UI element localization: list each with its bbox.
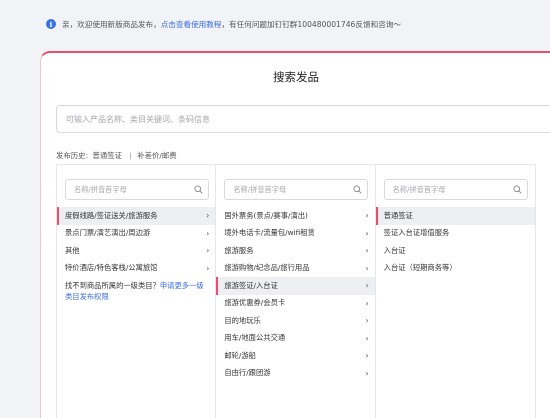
category-item-label: 旅游优惠券/会员卡 bbox=[224, 298, 286, 308]
category-list: 国外票务(景点/赛事/演出) › 境外电话卡/流量包/wifi租赁 › 旅游服务 › 旅游购… bbox=[216, 207, 375, 383]
category-item-label: 国外票务(景点/赛事/演出) bbox=[224, 210, 308, 220]
category-item-label: 邮轮/游船 bbox=[224, 350, 256, 360]
category-item[interactable]: 用车/地面公共交通 › bbox=[216, 330, 374, 348]
chevron-right-icon: › bbox=[365, 281, 369, 291]
search-icon bbox=[513, 185, 522, 194]
category-item-label: 特价酒店/特色客栈/公寓旅馆 bbox=[65, 263, 158, 273]
search-icon bbox=[194, 185, 203, 194]
category-item[interactable]: 国外票务(景点/赛事/演出) › bbox=[216, 207, 374, 225]
category-item-label: 入台证（短期商务等） bbox=[383, 263, 457, 273]
category-item-label: 目的地玩乐 bbox=[224, 315, 261, 325]
category-list: 度假线路/签证送关/旅游服务 › 景点门票/演艺演出/周边游 › 其他 › 特价酒店/特色客… bbox=[57, 207, 216, 278]
category-item[interactable]: 普通签证 bbox=[375, 207, 535, 225]
chevron-right-icon: › bbox=[365, 333, 369, 343]
chevron-right-icon: › bbox=[365, 263, 369, 273]
chevron-right-icon: › bbox=[365, 228, 369, 238]
page-title: 搜索发品 bbox=[273, 70, 319, 84]
category-item-label: 度假线路/签证送关/旅游服务 bbox=[65, 210, 158, 220]
category-item-label: 其他 bbox=[65, 245, 80, 255]
chevron-right-icon: › bbox=[365, 316, 369, 326]
info-icon: i bbox=[46, 19, 56, 29]
notice-text-after: ，有任何问题加钉钉群100480001746反馈和咨询～ bbox=[221, 19, 401, 29]
category-column-level1: 度假线路/签证送关/旅游服务›景点门票/演艺演出/周边游›其他›特价酒店/特色客… bbox=[57, 165, 217, 418]
column-search-box bbox=[383, 179, 528, 200]
category-item[interactable]: 特价酒店/特色客栈/公寓旅馆 › bbox=[57, 260, 215, 278]
category-item-label: 景点门票/演艺演出/周边游 bbox=[65, 228, 151, 238]
history-label: 发布历史: bbox=[56, 151, 89, 160]
category-column-level2: 国外票务(景点/赛事/演出)›境外电话卡/流量包/wifi租赁›旅游服务›旅游购… bbox=[216, 165, 376, 418]
more-category-note: 找不到商品所属的一级类目？申请更多一级类目发布权限 bbox=[57, 277, 215, 302]
category-item-label: 旅游服务 bbox=[224, 245, 254, 255]
category-item-label: 普通签证 bbox=[383, 210, 413, 220]
chevron-right-icon: › bbox=[365, 246, 369, 256]
chevron-right-icon: › bbox=[206, 263, 210, 273]
history-separator: | bbox=[129, 151, 132, 160]
category-item-label: 签证入台证增值服务 bbox=[383, 228, 450, 238]
column-search-box bbox=[224, 179, 369, 200]
category-columns: 度假线路/签证送关/旅游服务›景点门票/演艺演出/周边游›其他›特价酒店/特色客… bbox=[56, 164, 536, 418]
product-search-box bbox=[56, 105, 550, 133]
chevron-right-icon: › bbox=[365, 351, 369, 361]
category-column-level3: 普通签证签证入台证增值服务入台证入台证（短期商务等） bbox=[375, 165, 535, 418]
chevron-right-icon: › bbox=[206, 211, 210, 221]
category-item[interactable]: 入台证 bbox=[376, 242, 535, 260]
tutorial-link[interactable]: 点击查看使用教程 bbox=[161, 19, 222, 30]
column-search-input[interactable] bbox=[225, 180, 346, 199]
chevron-right-icon: › bbox=[365, 298, 369, 308]
category-item[interactable]: 境外电话卡/流量包/wifi租赁 › bbox=[216, 225, 374, 243]
notice-content: i 亲，欢迎使用新版商品发布， 点击查看使用教程 ，有任何问题加钉钉群10048… bbox=[46, 16, 401, 32]
category-item[interactable]: 目的地玩乐 › bbox=[216, 312, 374, 330]
category-item[interactable]: 旅游优惠券/会员卡 › bbox=[216, 295, 374, 313]
category-item[interactable]: 其他 › bbox=[57, 242, 215, 260]
column-search-box bbox=[65, 179, 209, 200]
history-item-price-diff[interactable]: 补差价/邮费 bbox=[137, 151, 176, 160]
chevron-right-icon: › bbox=[206, 228, 210, 238]
category-list: 普通签证签证入台证增值服务 入台证入台证（短期商务等） bbox=[375, 207, 535, 278]
category-item-label: 用车/地面公共交通 bbox=[224, 333, 286, 343]
category-item[interactable]: 度假线路/签证送关/旅游服务 › bbox=[57, 207, 216, 225]
chevron-right-icon: › bbox=[206, 246, 210, 256]
more-category-text: 找不到商品所属的一级类目？ bbox=[65, 281, 160, 290]
notice-text-before: 亲，欢迎使用新版商品发布， bbox=[62, 19, 161, 29]
category-item-label: 旅游签证/入台证 bbox=[224, 280, 278, 290]
category-item[interactable]: 入台证（短期商务等） bbox=[376, 260, 535, 278]
category-item[interactable]: 景点门票/演艺演出/周边游 › bbox=[57, 225, 215, 243]
chevron-right-icon: › bbox=[365, 211, 369, 221]
category-item[interactable]: 自由行/跟团游 › bbox=[216, 365, 374, 383]
category-item-label: 境外电话卡/流量包/wifi租赁 bbox=[224, 228, 315, 238]
publish-history: 发布历史: 普通签证 | 补差价/邮费 bbox=[56, 150, 179, 161]
category-item[interactable]: 旅游购物/纪念品/旅行用品 › bbox=[216, 260, 374, 278]
publish-card: 搜索发品 发布历史: 普通签证 | 补差价/邮费 度假线路/签证送关/旅游服务 ›… bbox=[40, 51, 550, 418]
category-item[interactable]: 签证入台证增值服务 bbox=[376, 225, 535, 243]
chevron-right-icon: › bbox=[365, 368, 369, 378]
category-item[interactable]: 旅游服务 › bbox=[216, 242, 374, 260]
column-search-input[interactable] bbox=[66, 180, 186, 199]
category-item-label: 入台证 bbox=[383, 245, 406, 255]
category-item-label: 旅游购物/纪念品/旅行用品 bbox=[224, 263, 310, 273]
category-item-label: 自由行/跟团游 bbox=[224, 368, 271, 378]
category-item[interactable]: 邮轮/游船 › bbox=[216, 347, 374, 365]
product-search-input[interactable] bbox=[57, 106, 527, 132]
search-icon bbox=[353, 185, 362, 194]
notice-bar: i 亲，欢迎使用新版商品发布， 点击查看使用教程 ，有任何问题加钉钉群10048… bbox=[0, 0, 550, 47]
category-item[interactable]: 旅游签证/入台证 › bbox=[216, 277, 375, 295]
column-search-input[interactable] bbox=[384, 180, 505, 199]
history-item-visa[interactable]: 普通签证 bbox=[92, 151, 122, 160]
